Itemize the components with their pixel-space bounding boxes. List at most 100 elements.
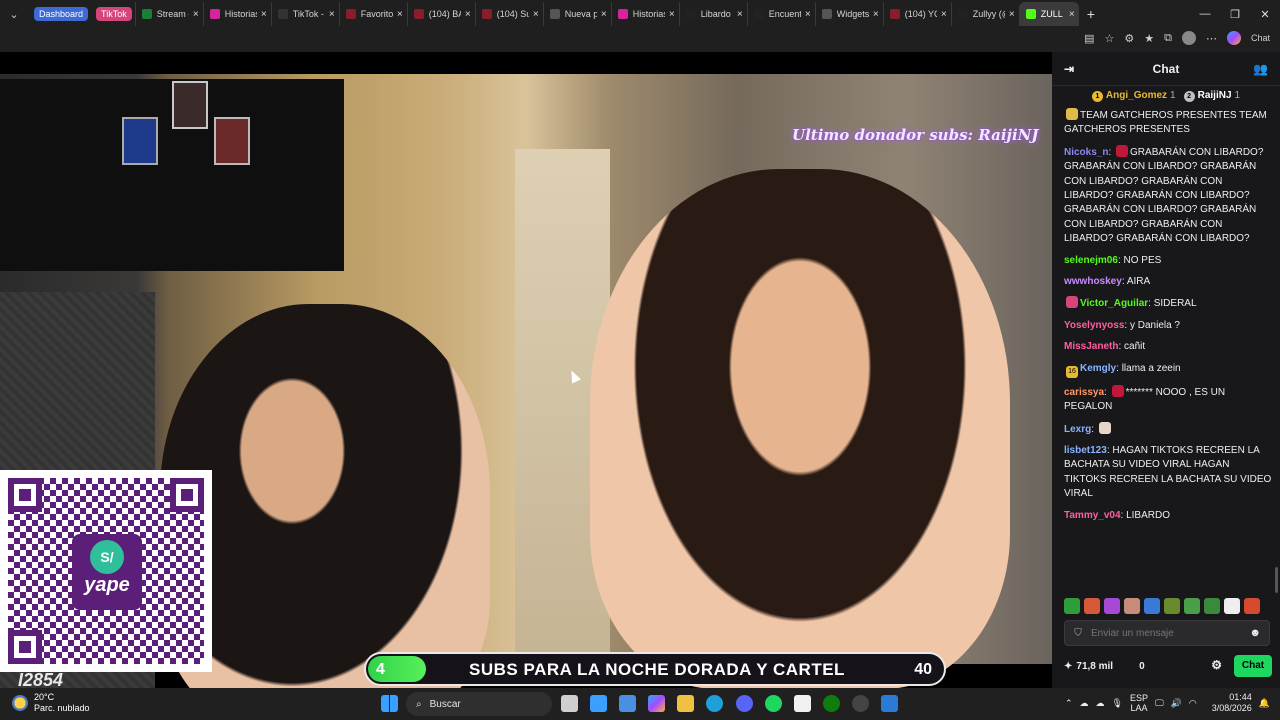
browser-tab[interactable]: (104) YO × <box>882 2 951 26</box>
quick-emote-icon[interactable] <box>1124 598 1140 614</box>
chat-message[interactable]: Victor_Aguilar: SIDERAL <box>1064 296 1272 311</box>
copilot-icon[interactable] <box>1226 31 1241 45</box>
chat-message[interactable]: MissJaneth: cañit <box>1064 340 1272 354</box>
chat-message[interactable]: carissya: ******* NOOO , ES UN PEGALON <box>1064 384 1272 415</box>
tab-close-icon[interactable]: × <box>397 9 403 20</box>
chat-username[interactable]: Kemgly <box>1080 363 1116 374</box>
chat-message[interactable]: Lexrg: <box>1064 421 1272 437</box>
star-icon[interactable]: ☆ <box>1105 32 1115 45</box>
chat-message[interactable]: Yoselynyoss: y Daniela ? <box>1064 319 1272 333</box>
browser-tab[interactable]: Historias × <box>202 2 271 26</box>
tab-close-icon[interactable]: × <box>193 9 199 20</box>
chat-message-input[interactable] <box>1091 627 1241 639</box>
leaderboard-entry[interactable]: 1 Angi_Gomez 1 <box>1091 90 1176 102</box>
task-view-icon[interactable] <box>561 695 578 712</box>
channel-points[interactable]: ✦ 71,8 mil <box>1064 661 1113 672</box>
close-window-icon[interactable]: ✕ <box>1250 8 1280 21</box>
browser-tab[interactable]: Historias × <box>610 2 679 26</box>
spotify-icon[interactable] <box>765 695 782 712</box>
chat-message[interactable]: wwwhoskey: AIRA <box>1064 275 1272 289</box>
chat-message[interactable]: TEAM GATCHEROS PRESENTES TEAM GATCHEROS … <box>1064 108 1272 138</box>
browser-tab[interactable]: (104) Sus × <box>474 2 543 26</box>
chat-scrollbar[interactable] <box>1275 567 1278 593</box>
chat-username[interactable]: Victor_Aguilar <box>1080 298 1148 309</box>
chevron-down-icon[interactable]: ⌄ <box>3 3 25 25</box>
quick-emote-icon[interactable] <box>1244 598 1260 614</box>
volume-icon[interactable]: 🔊 <box>1171 698 1182 709</box>
chat-message[interactable]: lisbet123: HAGAN TIKTOKS RECREEN LA BACH… <box>1064 444 1272 502</box>
chevron-up-icon[interactable]: ⌃ <box>1065 698 1073 709</box>
chat-message[interactable]: Tammy_v04: LIBARDO <box>1064 509 1272 523</box>
quick-emote-icon[interactable] <box>1084 598 1100 614</box>
tab-close-icon[interactable]: × <box>601 9 607 20</box>
windows-start-icon[interactable] <box>381 695 398 712</box>
browser-tab[interactable]: Favoritos × <box>338 2 407 26</box>
quick-emote-icon[interactable] <box>1144 598 1160 614</box>
stream-video[interactable]: Ultimo donador subs: RaijiNJ S/ yape I28… <box>0 52 1052 688</box>
cloud-icon[interactable]: ☁ <box>1080 698 1089 709</box>
store-icon[interactable] <box>619 695 636 712</box>
chat-username[interactable]: wwwhoskey <box>1064 276 1122 287</box>
users-icon[interactable]: 👥 <box>1253 62 1268 76</box>
browser-tab[interactable]: Widgets × <box>814 2 883 26</box>
gear-icon[interactable]: ⚙ <box>1211 658 1222 672</box>
quick-emote-icon[interactable] <box>1064 598 1080 614</box>
favorites-icon[interactable]: ★ <box>1144 32 1154 45</box>
discord-icon[interactable] <box>736 695 753 712</box>
quick-emote-icon[interactable] <box>1204 598 1220 614</box>
quick-emote-icon[interactable] <box>1224 598 1240 614</box>
language-indicator[interactable]: ESP LAA <box>1130 693 1148 713</box>
folder-icon[interactable] <box>677 695 694 712</box>
chat-message[interactable]: 16 Kemgly: llama a zeein <box>1064 362 1272 378</box>
tab-close-icon[interactable]: × <box>465 9 471 20</box>
chat-message[interactable]: selenejm06: NO PES <box>1064 254 1272 268</box>
browser-tab[interactable]: ZULL × <box>1018 2 1079 26</box>
tab-close-icon[interactable]: × <box>533 9 539 20</box>
chat-username[interactable]: Lexrg <box>1064 424 1091 435</box>
tab-close-icon[interactable]: × <box>805 9 811 20</box>
chat-username[interactable]: Tammy_v04 <box>1064 510 1121 521</box>
browser-tab[interactable]: Encuentr × <box>746 2 815 26</box>
reading-mode-icon[interactable]: ▤ <box>1084 32 1094 45</box>
tab-close-icon[interactable]: × <box>941 9 947 20</box>
tab-group-tiktok[interactable]: TikTok <box>96 7 132 21</box>
browser-tab[interactable]: Libardo li × <box>678 2 747 26</box>
tab-close-icon[interactable]: × <box>873 9 879 20</box>
tab-close-icon[interactable]: × <box>669 9 675 20</box>
notifications-icon[interactable]: 🔔 <box>1259 698 1270 709</box>
notepad-icon[interactable] <box>590 695 607 712</box>
chat-username[interactable]: Yoselynyoss <box>1064 320 1124 331</box>
copilot-app-icon[interactable] <box>648 695 665 712</box>
chat-message[interactable]: Nicoks_n: GRABARÁN CON LIBARDO? GRABARÁN… <box>1064 144 1272 247</box>
tab-group-dashboard[interactable]: Dashboard <box>34 7 89 21</box>
extensions-icon[interactable]: ⚙ <box>1124 32 1134 45</box>
chat-username[interactable]: selenejm06 <box>1064 255 1118 266</box>
monitor-icon[interactable]: 🖵 <box>1155 698 1164 709</box>
chatgpt-icon[interactable] <box>852 695 869 712</box>
more-icon[interactable]: ⋯ <box>1206 32 1217 45</box>
tab-close-icon[interactable]: × <box>1009 9 1015 20</box>
wifi-icon[interactable]: ◠ <box>1189 698 1197 709</box>
taskbar-search[interactable]: ⌕ Buscar <box>406 692 552 716</box>
minimize-icon[interactable]: — <box>1190 8 1220 20</box>
emoji-icon[interactable]: ☻ <box>1249 627 1261 639</box>
leaderboard-entry[interactable]: 2 RaijiNJ 1 <box>1183 90 1240 102</box>
chat-username[interactable]: MissJaneth <box>1064 341 1118 352</box>
clock[interactable]: 01:44 3/08/2026 <box>1212 692 1252 714</box>
weather-widget[interactable]: 20°C Parc. nublado <box>12 692 90 714</box>
collapse-icon[interactable]: ⇥ <box>1064 62 1074 76</box>
tab-close-icon[interactable]: × <box>1069 9 1075 20</box>
browser-tab[interactable]: Nueva pe × <box>542 2 611 26</box>
browser-tab[interactable]: TikTok - × <box>270 2 339 26</box>
browser-tab[interactable]: Stream - × <box>134 2 203 26</box>
quick-emote-icon[interactable] <box>1184 598 1200 614</box>
profile-avatar[interactable] <box>1181 31 1196 45</box>
edge-icon[interactable] <box>706 695 723 712</box>
chat-username[interactable]: lisbet123 <box>1064 445 1107 456</box>
quick-emote-icon[interactable] <box>1164 598 1180 614</box>
tab-close-icon[interactable]: × <box>737 9 743 20</box>
xbox-icon[interactable] <box>823 695 840 712</box>
app-icon[interactable] <box>881 695 898 712</box>
quick-emote-icon[interactable] <box>1104 598 1120 614</box>
capcut-icon[interactable] <box>794 695 811 712</box>
